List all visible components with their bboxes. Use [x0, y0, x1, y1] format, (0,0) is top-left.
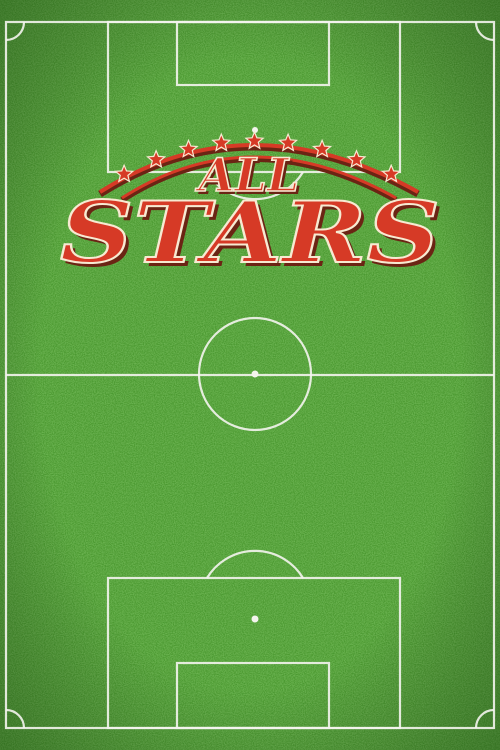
center-spot — [251, 370, 259, 378]
bottom-penalty-spot — [251, 615, 259, 623]
poster: ALL ALL STARS STARS — [0, 0, 500, 750]
all-stars-logo: ALL ALL STARS STARS — [59, 130, 444, 280]
logo-word-stars: STARS — [60, 183, 440, 280]
